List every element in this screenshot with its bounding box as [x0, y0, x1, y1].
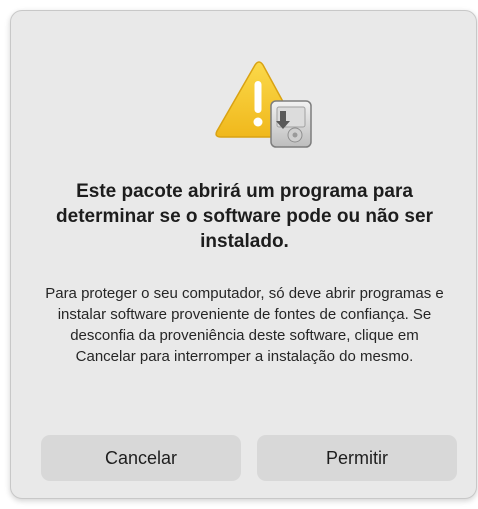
- installer-disk-icon: [270, 100, 312, 148]
- allow-button[interactable]: Permitir: [257, 435, 457, 481]
- dialog-message: Para proteger o seu computador, só deve …: [45, 285, 444, 365]
- warning-triangle-icon: [215, 61, 312, 148]
- installer-alert-dialog: Este pacote abrirá um programa para dete…: [10, 10, 477, 499]
- warning-installer-icon: [211, 59, 315, 151]
- dialog-title: Este pacote abrirá um programa para dete…: [56, 181, 433, 252]
- cancel-button[interactable]: Cancelar: [41, 435, 241, 481]
